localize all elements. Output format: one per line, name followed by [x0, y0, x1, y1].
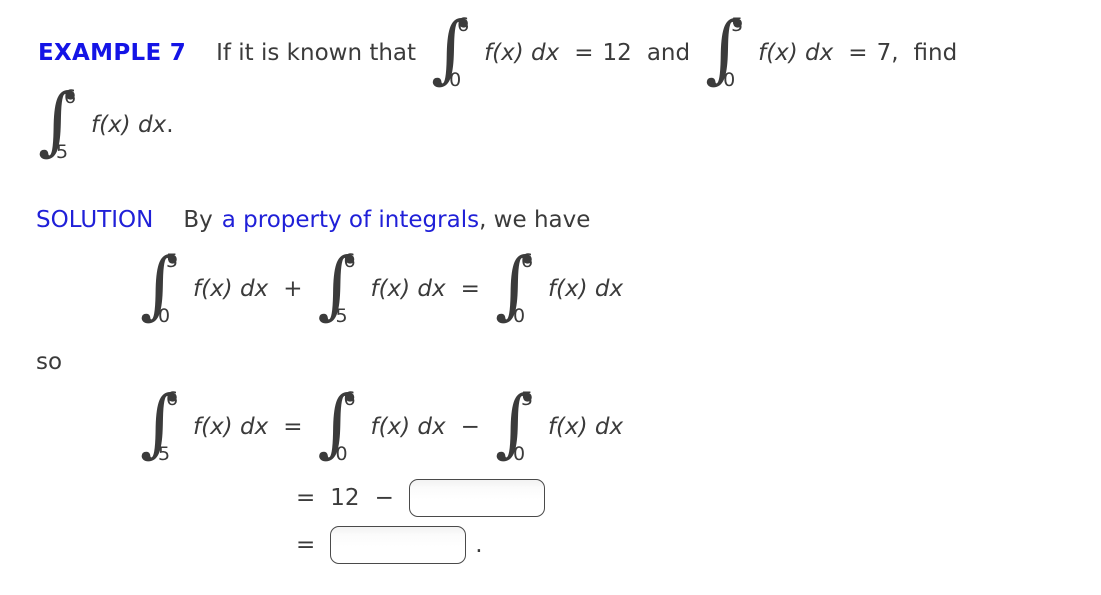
integral-eq2-term1: ∫ 6 5: [140, 386, 184, 465]
integral-given-1: ∫ 6 0: [431, 12, 475, 91]
integral-upper-limit: 6: [166, 388, 179, 410]
solution-text-after-link: , we have: [479, 207, 591, 233]
example-label: EXAMPLE 7: [38, 40, 187, 66]
so-connector-text: so: [36, 349, 63, 375]
equals-sign-1: =: [574, 40, 594, 66]
integral-upper-limit: 6: [343, 388, 356, 410]
problem-statement-line-1: EXAMPLE 7 If it is known that ∫ 6 0 f(x)…: [38, 12, 958, 91]
integral-eq2-term3: ∫ 5 0: [495, 386, 539, 465]
integral-upper-limit: 6: [520, 250, 534, 272]
integrand-expression: f(x) dx: [193, 276, 269, 302]
integral-lower-limit: 0: [512, 443, 526, 465]
equation-2: ∫ 6 5 f(x) dx = ∫ 6 0 f(x) dx − ∫ 5 0 f(…: [140, 386, 624, 465]
integral-lower-limit: 5: [56, 141, 69, 163]
operator-equals: =: [296, 485, 316, 511]
integral-lower-limit: 0: [723, 69, 736, 91]
given-value-1: 12: [602, 40, 632, 66]
integral-lower-limit: 0: [449, 69, 462, 91]
prompt-lead-text: If it is known that: [216, 40, 417, 66]
equation-4: = .: [296, 526, 483, 564]
integrand-expression: f(x) dx: [370, 276, 446, 302]
example-problem-page: EXAMPLE 7 If it is known that ∫ 6 0 f(x)…: [0, 0, 1101, 595]
integral-eq1-term2: ∫ 6 5: [317, 248, 361, 327]
property-of-integrals-link[interactable]: a property of integrals: [222, 207, 479, 233]
operator-equals: =: [460, 276, 480, 302]
final-period: .: [475, 532, 483, 558]
given-value-2: 7,: [876, 40, 899, 66]
equation-1: ∫ 5 0 f(x) dx + ∫ 6 5 f(x) dx = ∫ 6 0 f(…: [140, 248, 624, 327]
solution-heading-line: SOLUTION By a property of integrals , we…: [36, 207, 590, 233]
integrand-expression: f(x) dx: [193, 414, 269, 440]
answer-input-1[interactable]: [408, 479, 545, 517]
integral-eq1-term3: ∫ 6 0: [495, 248, 539, 327]
integral-target: ∫ 6 5: [38, 84, 82, 163]
value-twelve: 12: [330, 485, 360, 511]
integral-lower-limit: 0: [512, 305, 526, 327]
integrand-expression: f(x) dx: [484, 40, 560, 66]
problem-statement-line-2: ∫ 6 5 f(x) dx .: [38, 84, 174, 163]
integral-lower-limit: 5: [335, 305, 348, 327]
conjunction-and: and: [646, 40, 691, 66]
integral-lower-limit: 0: [335, 443, 348, 465]
operator-minus: −: [374, 485, 394, 511]
integral-upper-limit: 6: [457, 14, 470, 36]
target-period: .: [166, 112, 174, 138]
integral-given-2: ∫ 5 0: [705, 12, 749, 91]
integral-lower-limit: 5: [158, 443, 171, 465]
integrand-expression: f(x) dx: [547, 414, 624, 440]
integrand-expression: f(x) dx: [91, 112, 167, 138]
operator-minus: −: [460, 414, 480, 440]
answer-input-2[interactable]: [330, 526, 467, 564]
equation-3: = 12 −: [296, 479, 545, 517]
integral-upper-limit: 5: [520, 388, 534, 410]
operator-plus: +: [283, 276, 303, 302]
integral-upper-limit: 6: [343, 250, 356, 272]
integral-eq1-term1: ∫ 5 0: [140, 248, 184, 327]
operator-equals: =: [283, 414, 303, 440]
operator-equals: =: [296, 532, 316, 558]
integral-upper-limit: 5: [731, 14, 744, 36]
integral-lower-limit: 0: [158, 305, 171, 327]
integrand-expression: f(x) dx: [547, 276, 624, 302]
integral-eq2-term2: ∫ 6 0: [317, 386, 361, 465]
integrand-expression: f(x) dx: [370, 414, 446, 440]
equals-sign-2: =: [848, 40, 868, 66]
solution-text-before-link: By: [183, 207, 213, 233]
integrand-expression: f(x) dx: [758, 40, 834, 66]
solution-heading: SOLUTION: [36, 207, 154, 233]
integral-upper-limit: 5: [166, 250, 179, 272]
integral-upper-limit: 6: [64, 86, 77, 108]
prompt-tail-text: find: [913, 40, 958, 66]
